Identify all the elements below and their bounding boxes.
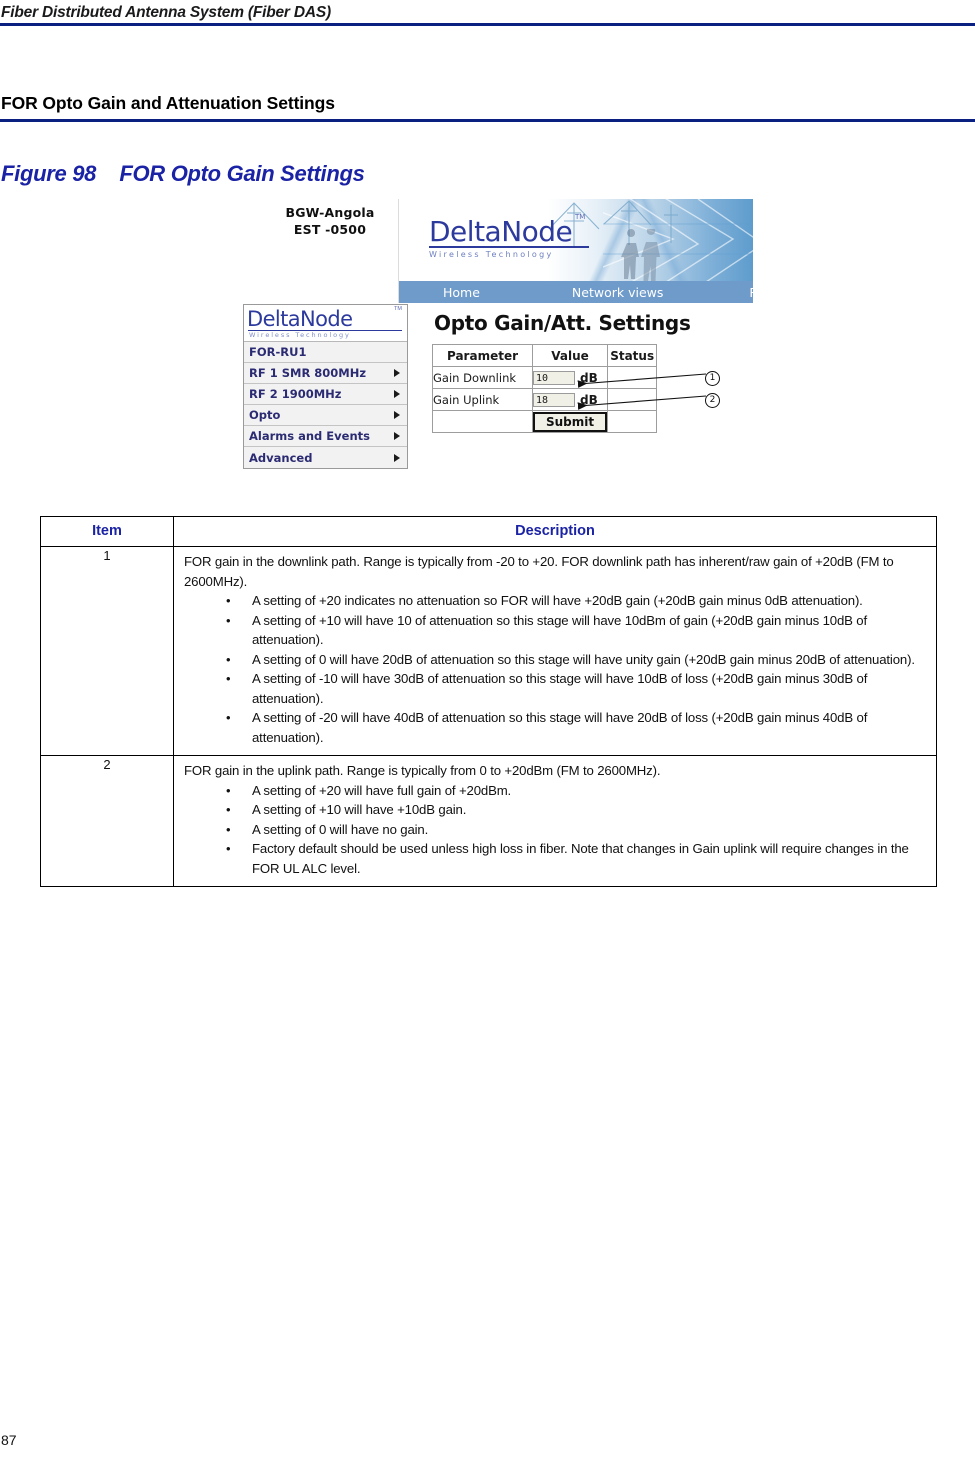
list-item: A setting of -20 will have 40dB of atten… [226, 708, 928, 747]
list-item: A setting of -10 will have 30dB of atten… [226, 669, 928, 708]
banner-logo-tagline: Wireless Technology [429, 250, 554, 259]
column-header-item: Item [40, 516, 174, 547]
sidebar-item-rf2-1900mhz[interactable]: RF 2 1900MHz [244, 384, 407, 405]
sidebar-item-label: Advanced [249, 450, 313, 465]
sidebar-item-label: Opto [249, 408, 281, 422]
table-row: 2 FOR gain in the uplink path. Range is … [40, 755, 937, 887]
settings-title: Opto Gain/Att. Settings [434, 311, 691, 335]
embedded-screenshot: BGW-Angola EST -0500 DeltaNode Wireless … [237, 199, 753, 489]
banner-people-silhouette [621, 229, 660, 281]
callout-marker-2: 2 [705, 393, 720, 408]
list-item: A setting of 0 will have 20dB of attenua… [226, 650, 928, 670]
list-item: Factory default should be used unless hi… [226, 839, 928, 878]
banner: DeltaNode Wireless Technology TM Home Ne… [398, 199, 753, 303]
item-number-1: 1 [40, 546, 174, 756]
description-intro-1: FOR gain in the downlink path. Range is … [184, 554, 894, 589]
banner-logo: DeltaNode Wireless Technology [429, 217, 605, 259]
param-label-gain-downlink: Gain Downlink [432, 366, 533, 389]
section-heading-text: FOR Opto Gain and Attenuation Settings [1, 93, 335, 113]
sidebar-item-label: RF 1 SMR 800MHz [249, 366, 367, 380]
chevron-right-icon [394, 369, 400, 377]
chevron-right-icon [394, 390, 400, 398]
running-header-text: Fiber Distributed Antenna System (Fiber … [1, 4, 331, 21]
gain-downlink-input[interactable]: 10 [533, 370, 575, 385]
description-cell-2: FOR gain in the uplink path. Range is ty… [173, 755, 937, 887]
description-bullet-list-2: A setting of +20 will have full gain of … [184, 781, 928, 879]
header-rule [0, 23, 975, 26]
banner-trademark: TM [575, 213, 586, 221]
description-table-header-row: Item Description [40, 516, 937, 547]
description-bullet-list-1: A setting of +20 indicates no attenuatio… [184, 591, 928, 747]
sidebar-item-label: RF 2 1900MHz [249, 387, 342, 401]
chevron-right-icon [394, 432, 400, 440]
description-intro-2: FOR gain in the uplink path. Range is ty… [184, 763, 661, 778]
sidebar: DeltaNode Wireless Technology TM FOR-RU1… [243, 304, 408, 469]
sidebar-item-opto[interactable]: Opto [244, 405, 407, 426]
sidebar-item-label: FOR-RU1 [249, 345, 307, 359]
list-item: A setting of +10 will have +10dB gain. [226, 800, 928, 820]
chevron-right-icon [394, 411, 400, 419]
page-running-header: Fiber Distributed Antenna System (Fiber … [0, 4, 975, 26]
column-header-parameter: Parameter [432, 344, 533, 367]
page-number: 87 [1, 1432, 17, 1448]
sidebar-trademark: TM [394, 306, 402, 312]
description-table: Item Description 1 FOR gain in the downl… [40, 516, 937, 887]
banner-logo-text: DeltaNode [429, 215, 573, 248]
callout-marker-1: 1 [705, 371, 720, 386]
sidebar-item-advanced[interactable]: Advanced [244, 447, 407, 468]
sidebar-logo: DeltaNode Wireless Technology TM [244, 305, 407, 342]
sidebar-item-alarms-and-events[interactable]: Alarms and Events [244, 426, 407, 447]
section-heading-rule [0, 119, 975, 122]
list-item: A setting of +20 indicates no attenuatio… [226, 591, 928, 611]
site-title: BGW-Angola EST -0500 [255, 204, 405, 238]
sidebar-item-for-ru1[interactable]: FOR-RU1 [244, 342, 407, 363]
callout-arrows [577, 373, 707, 410]
column-header-description: Description [173, 516, 937, 547]
sidebar-item-label: Alarms and Events [249, 429, 370, 443]
nav-item-network-views[interactable]: Network views [572, 285, 663, 300]
chevron-right-icon [394, 453, 400, 462]
list-item: A setting of +20 will have full gain of … [226, 781, 928, 801]
table-row: 1 FOR gain in the downlink path. Range i… [40, 546, 937, 756]
callout-1-arrow [577, 373, 707, 388]
sidebar-item-rf1-smr-800mhz[interactable]: RF 1 SMR 800MHz [244, 363, 407, 384]
site-title-line1: BGW-Angola [285, 205, 375, 220]
nav-item-rf-units[interactable]: RF Units [749, 285, 753, 300]
callout-2-arrow [577, 395, 707, 410]
list-item: A setting of 0 will have no gain. [226, 820, 928, 840]
sidebar-logo-text: DeltaNode [247, 307, 353, 331]
list-item: A setting of +10 will have 10 of attenua… [226, 611, 928, 650]
nav-item-home[interactable]: Home [443, 285, 480, 300]
sidebar-logo-tagline: Wireless Technology [249, 331, 351, 339]
figure-caption: Figure 98 FOR Opto Gain Settings [1, 161, 365, 186]
description-cell-1: FOR gain in the downlink path. Range is … [173, 546, 937, 756]
param-label-gain-uplink: Gain Uplink [432, 388, 533, 411]
gain-uplink-input[interactable]: 18 [533, 392, 575, 407]
navbar: Home Network views RF Units [399, 281, 753, 303]
site-title-line2: EST -0500 [293, 222, 367, 237]
submit-row-spacer [432, 410, 533, 433]
item-number-2: 2 [40, 755, 174, 887]
section-heading: FOR Opto Gain and Attenuation Settings [0, 93, 975, 122]
